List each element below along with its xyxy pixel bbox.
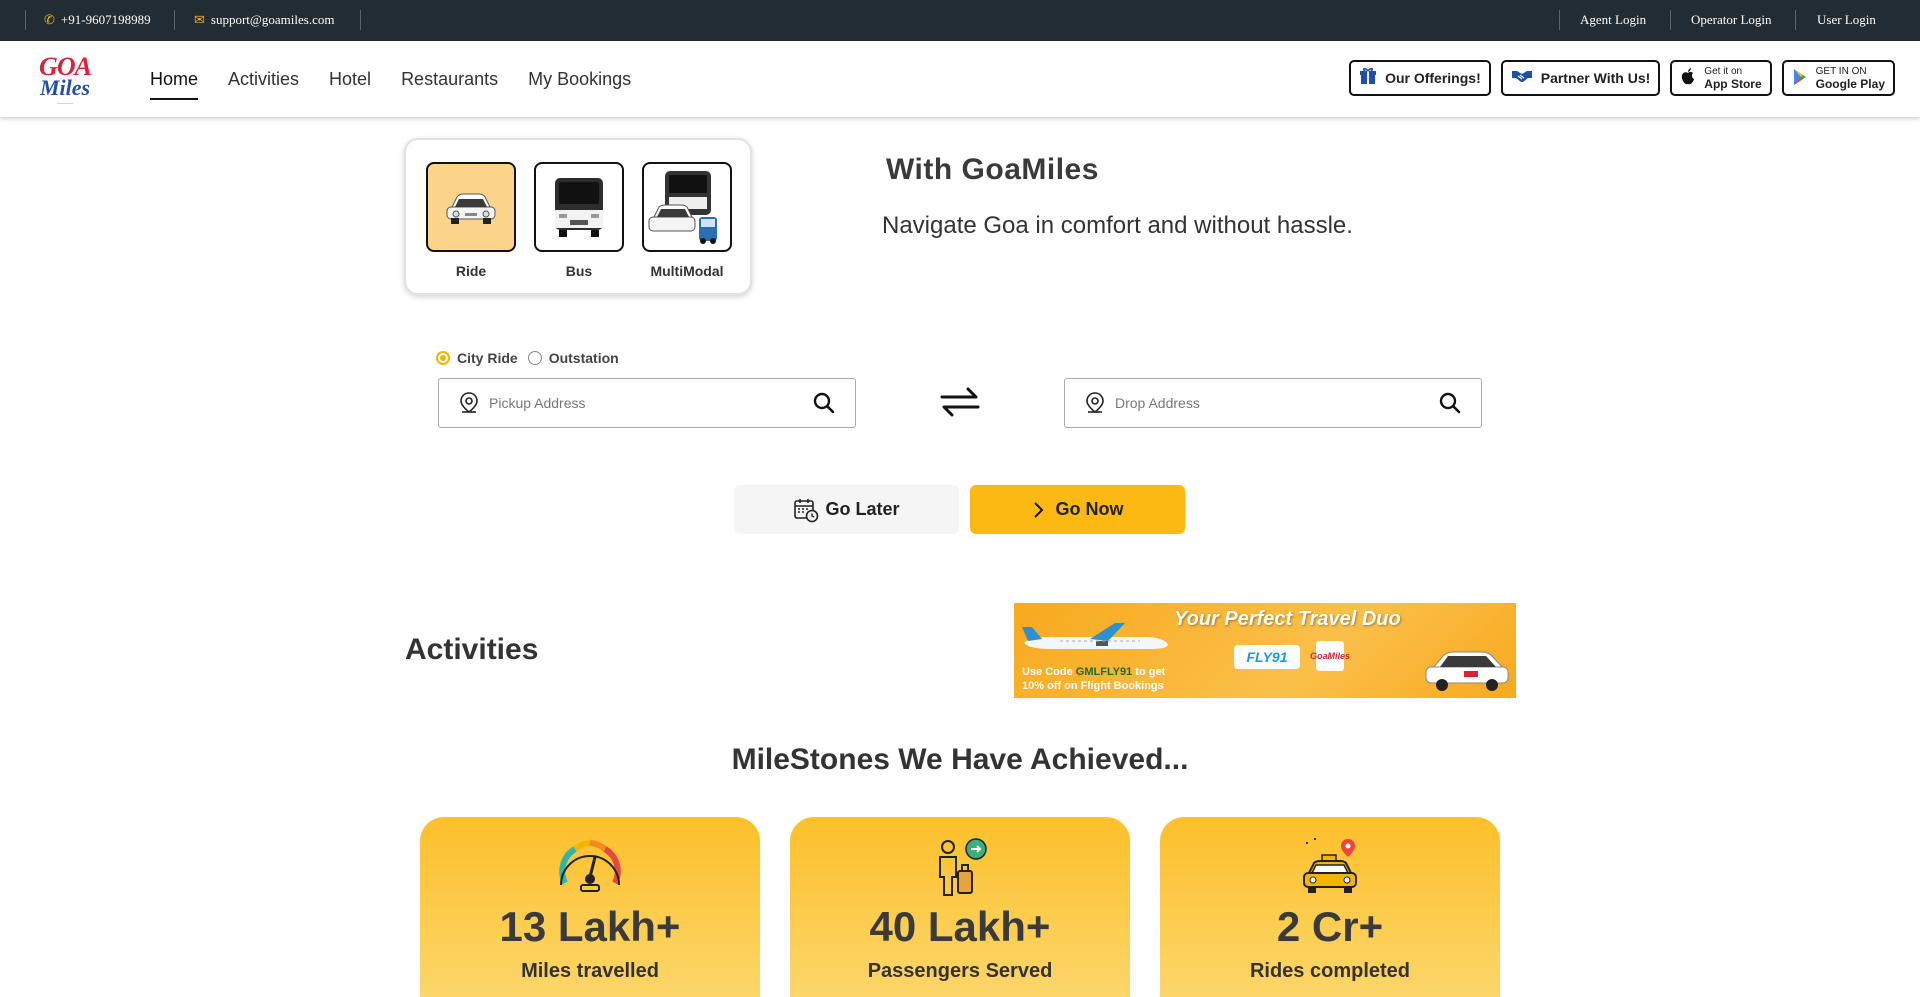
nav-hotel[interactable]: Hotel (329, 61, 371, 98)
go-now-button[interactable]: Go Now (970, 485, 1185, 534)
bus-icon (555, 178, 603, 237)
phone-number: +91-9607198989 (60, 12, 151, 27)
mode-multimodal[interactable]: MultiModal (642, 162, 732, 279)
banner-promo-text: Use Code GMLFLY91 to get 10% off on Flig… (1022, 666, 1166, 692)
mail-icon: ✉ (194, 12, 205, 27)
drop-field (1064, 378, 1482, 428)
handshake-icon (1511, 68, 1533, 89)
goamiles-logo[interactable]: GOA Miles ———— (30, 47, 100, 113)
promo-banner[interactable]: Your Perfect Travel Duo FLY91 GoaMiles U… (1014, 603, 1516, 698)
pickup-input[interactable] (489, 395, 813, 411)
mode-ride[interactable]: Ride (426, 162, 516, 279)
user-login-link[interactable]: User Login (1817, 12, 1876, 28)
milestone-value: 13 Lakh+ (499, 903, 681, 950)
go-later-button[interactable]: Go Later (734, 485, 959, 534)
fly91-logo: FLY91 (1234, 645, 1300, 669)
phone-contact[interactable]: ✆ +91-9607198989 (44, 12, 151, 28)
operator-login-link[interactable]: Operator Login (1691, 12, 1772, 28)
email-contact[interactable]: ✉ support@goamiles.com (194, 12, 334, 28)
taxi-icon (1303, 838, 1357, 893)
milestone-label: Rides completed (1249, 960, 1411, 982)
airplane-icon (1022, 623, 1168, 649)
phone-icon: ✆ (44, 12, 55, 27)
pickup-field (438, 378, 856, 428)
main-header: GOA Miles ———— Home Activities Hotel Res… (0, 41, 1920, 117)
google-play-button[interactable]: GET IN ON Google Play (1781, 60, 1895, 96)
hero-subtitle: Navigate Goa in comfort and without hass… (882, 212, 1353, 239)
milestone-value: 40 Lakh+ (869, 903, 1051, 950)
mode-label: Ride (455, 263, 487, 279)
banner-title: Your Perfect Travel Duo (1174, 608, 1401, 630)
radio-unselected-icon (527, 351, 542, 365)
outstation-radio[interactable]: Outstation (527, 350, 619, 366)
transport-mode-card: Ride Bus MultiModal (404, 138, 752, 295)
milestones-heading: MileStones We Have Achieved... (731, 743, 1189, 776)
search-icon[interactable] (813, 392, 835, 414)
milestone-label: Miles travelled (521, 960, 659, 982)
gift-icon (1359, 67, 1377, 90)
apple-icon (1680, 67, 1696, 89)
partner-with-us-button[interactable]: Partner With Us! (1500, 60, 1661, 96)
milestone-value: 2 Cr+ (1276, 903, 1384, 950)
drop-input[interactable] (1115, 395, 1439, 411)
nav-home[interactable]: Home (150, 61, 199, 100)
chevron-right-icon (1033, 501, 1043, 518)
location-pin-icon (1086, 392, 1104, 414)
milestone-card-miles: 13 Lakh+ Miles travelled (420, 817, 760, 997)
mode-label: MultiModal (650, 263, 724, 279)
nav-restaurants[interactable]: Restaurants (401, 61, 498, 98)
milestone-card-rides: 2 Cr+ Rides completed (1160, 817, 1500, 997)
car-icon (446, 193, 496, 224)
hero-title: With GoaMiles (886, 153, 1099, 186)
mode-bus[interactable]: Bus (534, 162, 624, 279)
swap-icon[interactable] (938, 384, 982, 420)
radio-selected-icon (436, 351, 450, 365)
google-play-icon (1792, 68, 1808, 89)
calendar-clock-icon (794, 498, 819, 522)
car-icon (1425, 651, 1509, 691)
milestone-label: Passengers Served (867, 960, 1053, 982)
multimodal-icon (648, 171, 717, 244)
app-store-button[interactable]: Get it on App Store (1670, 60, 1772, 96)
agent-login-link[interactable]: Agent Login (1580, 12, 1646, 28)
speedometer-icon (559, 840, 621, 892)
top-bar: ✆ +91-9607198989 ✉ support@goamiles.com … (0, 0, 1920, 41)
milestone-card-passengers: 40 Lakh+ Passengers Served (790, 817, 1130, 997)
main-nav: Home Activities Hotel Restaurants My Boo… (150, 41, 631, 117)
search-icon[interactable] (1439, 392, 1461, 414)
email-address: support@goamiles.com (210, 12, 335, 27)
nav-activities[interactable]: Activities (228, 61, 299, 98)
location-pin-icon (460, 392, 478, 414)
passenger-icon (939, 838, 987, 896)
mode-label: Bus (565, 263, 593, 279)
goamiles-badge: GoaMiles (1310, 641, 1350, 671)
nav-my-bookings[interactable]: My Bookings (528, 61, 631, 98)
activities-heading: Activities (405, 633, 539, 666)
ride-type-group: City Ride Outstation (436, 350, 619, 366)
city-ride-radio[interactable]: City Ride (436, 350, 518, 366)
our-offerings-button[interactable]: Our Offerings! (1349, 60, 1491, 96)
